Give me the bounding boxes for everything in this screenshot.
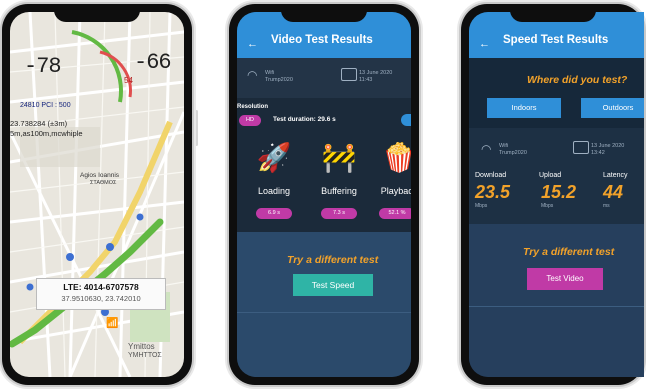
metric-value: 52.1 % — [379, 208, 411, 219]
test-video-button[interactable]: Test Video — [527, 268, 603, 290]
speed-screen: ← Speed Test Results Where did you test?… — [469, 12, 644, 377]
phone-notch — [281, 4, 367, 22]
wifi-icon: ◠ — [481, 142, 492, 156]
upload-label: Upload — [539, 172, 562, 179]
network-type: Wifi — [265, 70, 275, 76]
back-arrow-icon[interactable]: ← — [247, 38, 258, 50]
metric-playback: 🍿 Playback 52.1 % — [375, 138, 411, 228]
where-did-you-test: Where did you test? — [527, 74, 628, 86]
network-name: Trump2020 — [499, 150, 527, 156]
test-time: 11:43 — [359, 77, 373, 83]
network-info: ◠ Wifi Trump2020 13 June 2020 11:43 — [237, 58, 411, 98]
barrier-icon: 🚧 — [321, 142, 357, 173]
toggle-switch[interactable] — [401, 114, 411, 126]
test-time: 13:42 — [591, 150, 605, 156]
bottom-panel: Try a different test Test Speed — [237, 232, 411, 377]
upload-value: 15.2 — [541, 182, 577, 202]
video-screen: ← Video Test Results ◠ Wifi Trump2020 13… — [237, 12, 411, 377]
map-screen[interactable]: -78 -66 54 24810 PCI : 500 23.738284 (±3… — [10, 12, 184, 377]
phone-video-test: ← Video Test Results ◠ Wifi Trump2020 13… — [229, 4, 419, 385]
place-label-1: Agios Ioannis — [80, 172, 120, 179]
test-speed-button[interactable]: Test Speed — [293, 274, 373, 296]
popcorn-icon: 🍿 — [381, 142, 411, 173]
phone-notch — [54, 4, 140, 22]
phone-notch — [509, 4, 596, 22]
page-title: Video Test Results — [271, 34, 373, 46]
lte-title: LTE: 4014-6707578 — [63, 282, 139, 292]
network-name: Trump2020 — [265, 77, 293, 83]
download-unit: Mbps — [475, 203, 488, 209]
metric-buffering: 🚧 Buffering 7.3 s — [309, 138, 369, 228]
phone-speed-test: ← Speed Test Results Where did you test?… — [461, 4, 644, 385]
metric-label: Playback — [380, 186, 411, 196]
phone3-side-button — [457, 120, 460, 150]
metric-label: Loading — [257, 186, 291, 196]
resolution-badge: HD — [239, 115, 261, 126]
phone-map: -78 -66 54 24810 PCI : 500 23.738284 (±3… — [2, 4, 192, 385]
map-view[interactable]: -78 -66 54 24810 PCI : 500 23.738284 (±3… — [10, 12, 184, 377]
upload-unit: Mbps — [541, 203, 554, 209]
signal-right-value: -66 — [134, 50, 172, 75]
signal-small-value: 54 — [124, 76, 133, 85]
results-card: ◠ Wifi Trump2020 13 June 2020 13:42 Down… — [469, 128, 644, 224]
district-label: Ymittos — [128, 342, 155, 351]
bottom-panel: Try a different test Test Video — [469, 224, 644, 377]
calendar-icon — [573, 141, 589, 154]
latency-unit: ms — [603, 203, 610, 209]
coordinates-line: 23.738284 (±3m) — [10, 119, 68, 128]
accuracy-line: 5m,as100m,mcwhiple — [10, 129, 83, 138]
indoors-button[interactable]: Indoors — [487, 98, 561, 118]
back-arrow-icon[interactable]: ← — [479, 38, 490, 50]
latency-value: 44 — [603, 182, 624, 202]
metric-value: 6.9 s — [256, 208, 292, 219]
lte-cell-popup[interactable]: LTE: 4014-6707578 37.9510630, 23.742010 — [36, 278, 166, 310]
signal-left-value: -78 — [24, 54, 62, 79]
metric-label: Buffering — [321, 186, 357, 196]
network-type: Wifi — [499, 143, 509, 149]
calendar-icon — [341, 68, 357, 81]
district-label-gr: ΥΜΗΤΤΟΣ — [128, 352, 162, 359]
place-label-2: ΣΤΑΘΜΟΣ — [90, 180, 117, 186]
metric-loading: 🚀 Loading 6.9 s — [249, 138, 299, 228]
panel-divider — [469, 306, 644, 307]
test-duration: Test duration: 29.6 s — [273, 116, 336, 123]
lte-coordinates: 37.9510630, 23.742010 — [61, 294, 141, 303]
phone1-side-button — [195, 110, 198, 146]
test-date: 13 June 2020 — [359, 70, 393, 76]
cell-info: 24810 PCI : 500 — [20, 102, 71, 109]
panel-divider — [237, 312, 411, 313]
metric-value: 7.3 s — [321, 208, 357, 219]
try-different-test: Try a different test — [287, 254, 379, 266]
download-label: Download — [475, 172, 507, 179]
page-title: Speed Test Results — [503, 34, 609, 46]
wifi-icon: ◠ — [247, 68, 258, 82]
test-date: 13 June 2020 — [591, 143, 625, 149]
try-different-test: Try a different test — [523, 246, 615, 258]
resolution-label: Resolution — [237, 104, 268, 110]
latency-label: Latency — [603, 172, 628, 179]
download-value: 23.5 — [475, 182, 511, 202]
rocket-icon: 🚀 — [256, 142, 292, 173]
cell-tower-icon[interactable]: 📶 — [106, 318, 118, 329]
outdoors-button[interactable]: Outdoors — [581, 98, 644, 118]
